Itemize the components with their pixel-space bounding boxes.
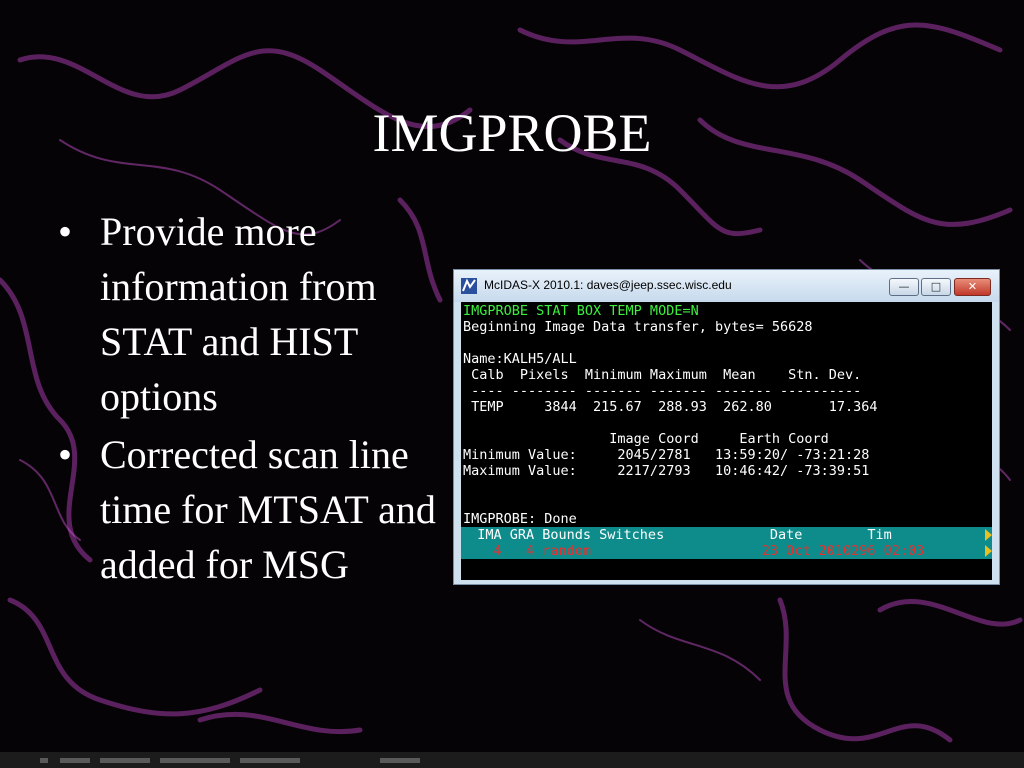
command-line: IMGPROBE STAT BOX TEMP MODE=N [463,303,699,319]
minimum-value-line: Minimum Value: 2045/2781 13:59:20/ -73:2… [463,447,870,463]
bullet-item: • Provide more information from STAT and… [58,204,438,424]
stats-row: TEMP 3844 215.67 288.93 262.80 17.364 [463,399,878,415]
scroll-right-icon[interactable] [985,529,992,541]
minimize-button[interactable]: — [889,278,919,296]
bullet-marker: • [58,209,73,254]
bullet-marker: • [58,432,73,477]
console-output[interactable]: IMGPROBE STAT BOX TEMP MODE=N Beginning … [461,302,992,580]
close-button[interactable]: ✕ [954,278,991,296]
maximum-value-line: Maximum Value: 2217/2793 10:46:42/ -73:3… [463,463,870,479]
mcidas-terminal-window[interactable]: McIDAS-X 2010.1: daves@jeep.ssec.wisc.ed… [453,269,1000,585]
bullet-list: • Provide more information from STAT and… [58,204,438,595]
bullet-text: Provide more information from STAT and H… [100,209,377,419]
maximize-button[interactable]: □ [921,278,951,296]
stats-rule: ---- -------- ------- ------- ------- --… [463,383,862,399]
status-values: 4 4 random 23 Oct 2010296 02:03 [461,543,925,559]
window-title: McIDAS-X 2010.1: daves@jeep.ssec.wisc.ed… [484,278,732,292]
mcidas-app-icon [461,278,477,294]
window-titlebar[interactable]: McIDAS-X 2010.1: daves@jeep.ssec.wisc.ed… [454,270,999,302]
transfer-line: Beginning Image Data transfer, bytes= 56… [463,319,813,335]
coord-header: Image Coord Earth Coord [463,431,829,447]
status-bar: IMA GRA Bounds Switches Date Tim 4 4 ran… [461,527,992,559]
name-line: Name:KALH5/ALL [463,351,577,367]
slide-title: IMGPROBE [372,103,652,163]
bullet-item: • Corrected scan line time for MTSAT and… [58,427,438,592]
done-line: IMGPROBE: Done [463,511,577,527]
stats-header: Calb Pixels Minimum Maximum Mean Stn. De… [463,367,862,383]
bullet-text: Corrected scan line time for MTSAT and a… [100,432,436,587]
scroll-right-icon[interactable] [985,545,992,557]
status-header: IMA GRA Bounds Switches Date Tim [461,527,892,543]
